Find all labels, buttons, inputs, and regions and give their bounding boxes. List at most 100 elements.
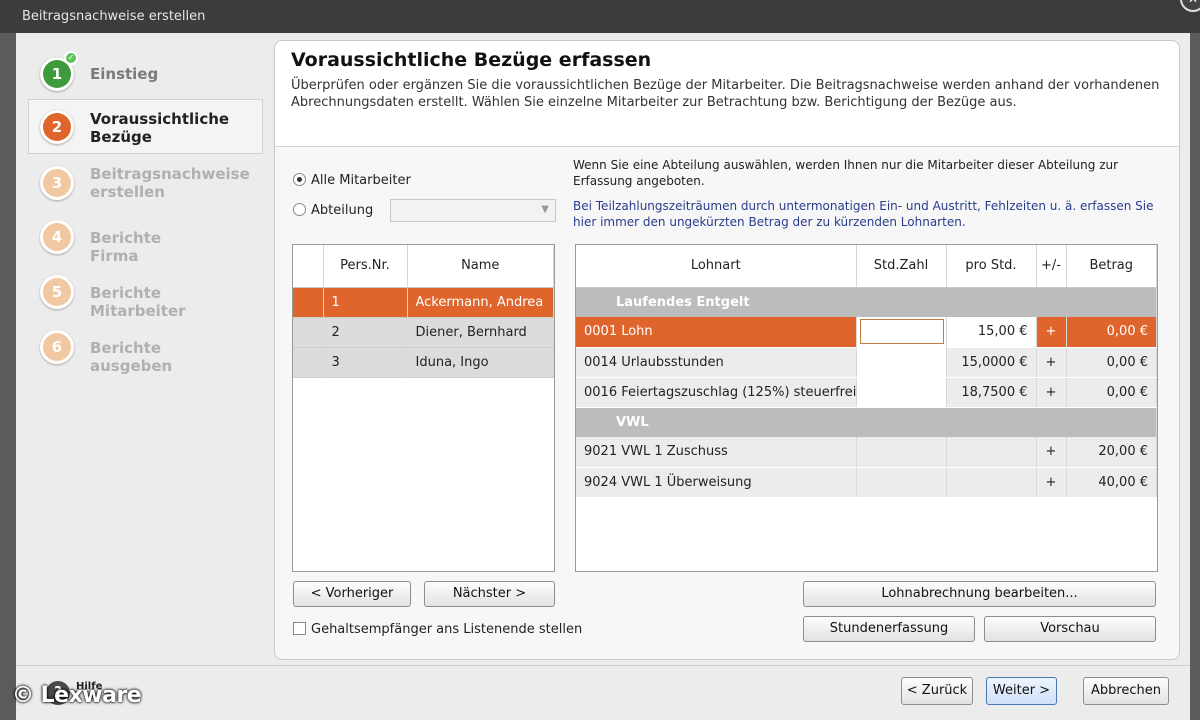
step-label: Berichte Firma <box>90 229 162 265</box>
cell-name: Diener, Bernhard <box>407 317 554 348</box>
stundenerfassung-button[interactable]: Stundenerfassung <box>803 616 975 642</box>
step-label: Berichte ausgeben <box>90 339 173 375</box>
lohnabrechnung-bearbeiten-button[interactable]: Lohnabrechnung bearbeiten... <box>803 581 1156 607</box>
column-header-pro-std[interactable]: pro Std. <box>946 245 1037 288</box>
step-label-line2: erstellen <box>90 183 165 201</box>
cell-lohnart: 0016 Feiertagszuschlag (125%) steuerfrei <box>576 377 857 408</box>
radio-unselected-icon <box>293 203 306 216</box>
cell-betrag[interactable]: 0,00 € <box>1066 347 1157 378</box>
cell-betrag[interactable]: 40,00 € <box>1066 467 1157 498</box>
std-zahl-input[interactable] <box>859 319 944 345</box>
grid-corner <box>293 245 324 288</box>
wage-row[interactable]: 0016 Feiertagszuschlag (125%) steuerfrei… <box>576 377 1157 408</box>
cell-std-zahl[interactable] <box>856 317 947 348</box>
cell-sign[interactable]: + <box>1036 317 1067 348</box>
employee-grid[interactable]: Pers.Nr. Name 1 Ackermann, Andrea 2 Dien… <box>292 244 555 572</box>
row-gutter <box>293 287 324 318</box>
group-row-vwl: VWL <box>576 407 1157 437</box>
checkbox-label: Gehaltsempfänger ans Listenende stellen <box>311 622 583 637</box>
cell-pro-std <box>946 437 1037 468</box>
department-info-text: Wenn Sie eine Abteilung auswählen, werde… <box>573 158 1119 188</box>
wage-row[interactable]: 9024 VWL 1 Überweisung + 40,00 € <box>576 467 1157 498</box>
checkbox-unchecked-icon <box>293 622 306 635</box>
step-label-line2: Bezüge <box>90 128 152 146</box>
panel-header: Voraussichtliche Bezüge erfassen Überprü… <box>275 41 1179 147</box>
radio-label: Abteilung <box>311 203 374 218</box>
employee-row[interactable]: 2 Diener, Bernhard <box>293 317 554 348</box>
checkmark-icon: ✓ <box>64 51 78 65</box>
cell-persnr: 3 <box>323 347 408 378</box>
cell-name: Iduna, Ingo <box>407 347 554 378</box>
column-header-name[interactable]: Name <box>407 245 554 288</box>
cell-name: Ackermann, Andrea <box>407 287 554 318</box>
cell-betrag[interactable]: 0,00 € <box>1066 377 1157 408</box>
window-title: Beitragsnachweise erstellen <box>22 9 206 24</box>
step-number: 3 <box>40 166 74 200</box>
step-label-line1: Voraussichtliche <box>90 110 230 128</box>
vorschau-button[interactable]: Vorschau <box>984 616 1156 642</box>
cell-lohnart: 0014 Urlaubsstunden <box>576 347 857 378</box>
cell-lohnart: 9021 VWL 1 Zuschuss <box>576 437 857 468</box>
cell-betrag[interactable]: 0,00 € <box>1066 317 1157 348</box>
cell-betrag[interactable]: 20,00 € <box>1066 437 1157 468</box>
gehaltsempfaenger-checkbox[interactable]: Gehaltsempfänger ans Listenende stellen <box>293 622 582 637</box>
step-number: 4 <box>40 220 74 254</box>
cell-lohnart: 0001 Lohn <box>576 317 857 348</box>
cell-persnr: 2 <box>323 317 408 348</box>
row-gutter <box>293 317 324 348</box>
step-label-line1: Beitragsnachweise <box>90 165 250 183</box>
group-title: Laufendes Entgelt <box>576 287 1157 317</box>
page-description: Überprüfen oder ergänzen Sie die vorauss… <box>291 78 1160 110</box>
cell-pro-std[interactable]: 18,7500 € <box>946 377 1037 408</box>
wage-row[interactable]: 0001 Lohn 15,00 € + 0,00 € <box>576 317 1157 348</box>
main-panel: Voraussichtliche Bezüge erfassen Überprü… <box>274 40 1180 660</box>
row-gutter <box>293 347 324 378</box>
cell-sign[interactable]: + <box>1036 467 1067 498</box>
next-employee-button[interactable]: Nächster > <box>424 581 555 607</box>
cell-std-zahl[interactable] <box>856 377 947 408</box>
column-header-persnr[interactable]: Pers.Nr. <box>323 245 408 288</box>
cell-std-zahl[interactable] <box>856 347 947 378</box>
partial-period-hint: Bei Teilzahlungszeiträumen durch untermo… <box>573 199 1154 229</box>
column-header-sign[interactable]: +/- <box>1036 245 1067 288</box>
close-icon[interactable]: ✕ <box>1180 0 1200 12</box>
weiter-button[interactable]: Weiter > <box>986 677 1057 705</box>
department-dropdown[interactable]: ▼ <box>390 199 556 222</box>
window-titlebar: Beitragsnachweise erstellen ✕ <box>0 0 1200 33</box>
page-title: Voraussichtliche Bezüge erfassen <box>291 49 652 71</box>
wage-row[interactable]: 9021 VWL 1 Zuschuss + 20,00 € <box>576 437 1157 468</box>
employee-row[interactable]: 3 Iduna, Ingo <box>293 347 554 378</box>
column-header-betrag[interactable]: Betrag <box>1066 245 1157 288</box>
cell-std-zahl <box>856 437 947 468</box>
cell-sign[interactable]: + <box>1036 437 1067 468</box>
column-header-std-zahl[interactable]: Std.Zahl <box>856 245 947 288</box>
watermark: © Lexware <box>12 683 142 708</box>
step-label: Einstieg <box>90 65 159 83</box>
cell-pro-std[interactable]: 15,0000 € <box>946 347 1037 378</box>
cell-persnr: 1 <box>323 287 408 318</box>
zurueck-button[interactable]: < Zurück <box>901 677 973 705</box>
radio-label: Alle Mitarbeiter <box>311 173 411 188</box>
step-number: 6 <box>40 330 74 364</box>
previous-employee-button[interactable]: < Vorheriger <box>293 581 411 607</box>
column-header-lohnart[interactable]: Lohnart <box>576 245 857 288</box>
radio-abteilung[interactable]: Abteilung <box>293 203 373 218</box>
cell-sign[interactable]: + <box>1036 377 1067 408</box>
wage-row[interactable]: 0014 Urlaubsstunden 15,0000 € + 0,00 € <box>576 347 1157 378</box>
abbrechen-button[interactable]: Abbrechen <box>1083 677 1169 705</box>
group-row-laufendes-entgelt: Laufendes Entgelt <box>576 287 1157 317</box>
cell-sign[interactable]: + <box>1036 347 1067 378</box>
wage-grid[interactable]: Lohnart Std.Zahl pro Std. +/- Betrag Lau… <box>575 244 1158 572</box>
cell-pro-std[interactable]: 15,00 € <box>946 317 1037 348</box>
radio-selected-icon <box>293 173 306 186</box>
step-label: Berichte Mitarbeiter <box>90 284 186 320</box>
step-number: 2 <box>40 110 74 144</box>
group-title: VWL <box>576 407 1157 437</box>
employee-row[interactable]: 1 Ackermann, Andrea <box>293 287 554 318</box>
cell-lohnart: 9024 VWL 1 Überweisung <box>576 467 857 498</box>
radio-alle-mitarbeiter[interactable]: Alle Mitarbeiter <box>293 173 411 188</box>
step-number: 5 <box>40 275 74 309</box>
cell-std-zahl <box>856 467 947 498</box>
cell-pro-std <box>946 467 1037 498</box>
chevron-down-icon: ▼ <box>541 204 549 215</box>
